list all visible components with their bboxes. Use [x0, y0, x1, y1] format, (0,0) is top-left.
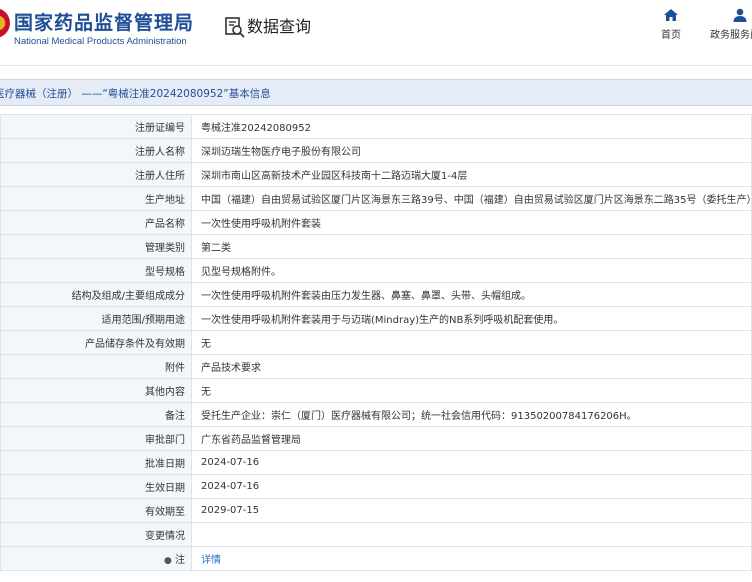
row-label: 注册人住所 [0, 162, 192, 187]
row-label: 注 [175, 555, 185, 566]
row-value: 深圳市南山区高新技术产业园区科技南十二路迈瑞大厦1-4层 [191, 162, 752, 187]
row-value [191, 522, 752, 547]
table-row: 结构及组成/主要组成成分 一次性使用呼吸机附件套装由压力发生器、鼻塞、鼻罩、头带… [0, 282, 752, 307]
table-row: 附件 产品技术要求 [0, 354, 752, 379]
table-row: 管理类别 第二类 [0, 234, 752, 259]
table-row: 注册证编号 粤械注准20242080952 [0, 114, 752, 139]
logo-english-name: National Medical Products Administration [14, 36, 187, 47]
row-label: 管理类别 [0, 234, 192, 259]
row-label: 注册证编号 [0, 114, 192, 139]
row-label: 其他内容 [0, 378, 192, 403]
row-value: 受托生产企业：崇仁（厦门）医疗器械有限公司；统一社会信用代码：913502007… [191, 402, 752, 427]
breadcrumb-text: 医疗器械（注册） ——“粤械注准20242080952”基本信息 [0, 88, 271, 100]
table-row: 生产地址 中国（福建）自由贸易试验区厦门片区海景东三路39号、中国（福建）自由贸… [0, 186, 752, 211]
row-value: 第二类 [191, 234, 752, 259]
row-label: 生产地址 [0, 186, 192, 211]
table-row: 备注 受托生产企业：崇仁（厦门）医疗器械有限公司；统一社会信用代码：913502… [0, 402, 752, 427]
table-row: 型号规格 见型号规格附件。 [0, 258, 752, 283]
row-label: 注册人名称 [0, 138, 192, 163]
row-value: 一次性使用呼吸机附件套装由压力发生器、鼻塞、鼻罩、头带、头帽组成。 [191, 282, 752, 307]
row-value: 见型号规格附件。 [191, 258, 752, 283]
row-value: 一次性使用呼吸机附件套装 [191, 210, 752, 235]
table-row: 适用范围/预期用途 一次性使用呼吸机附件套装用于与迈瑞(Mindray)生产的N… [0, 306, 752, 331]
row-label: 结构及组成/主要组成成分 [0, 282, 192, 307]
table-row: 生效日期 2024-07-16 [0, 474, 752, 499]
row-label: 生效日期 [0, 474, 192, 499]
nav-home-label: 首页 [661, 30, 681, 41]
row-label: 批准日期 [0, 450, 192, 475]
home-icon [664, 9, 678, 21]
row-value-cell: 详情 [191, 546, 752, 571]
table-row: 注册人名称 深圳迈瑞生物医疗电子股份有限公司 [0, 138, 752, 163]
site-header: 国家药品监督管理局 National Medical Products Admi… [0, 0, 752, 66]
user-icon [733, 8, 747, 22]
nmpa-logo[interactable]: 国家药品监督管理局 National Medical Products Admi… [0, 6, 198, 50]
row-label: 审批部门 [0, 426, 192, 451]
row-label: 有效期至 [0, 498, 192, 523]
nav-service-link[interactable]: 政务服务门户 [710, 8, 752, 44]
site-title: 数据查询 [247, 17, 312, 36]
table-row: ● 注 详情 [0, 546, 752, 571]
row-label: 产品储存条件及有效期 [0, 330, 192, 355]
row-value: 产品技术要求 [191, 354, 752, 379]
row-label: 备注 [0, 402, 192, 427]
row-value: 无 [191, 378, 752, 403]
table-row: 有效期至 2029-07-15 [0, 498, 752, 523]
row-value: 2024-07-16 [191, 450, 752, 475]
row-label: 附件 [0, 354, 192, 379]
table-row: 其他内容 无 [0, 378, 752, 403]
pin-icon: ● [163, 556, 172, 566]
nav-service-label: 政务服务门户 [710, 30, 752, 41]
table-row: 批准日期 2024-07-16 [0, 450, 752, 475]
row-value: 深圳迈瑞生物医疗电子股份有限公司 [191, 138, 752, 163]
nav-home-link[interactable]: 首页 [656, 8, 686, 44]
table-row: 注册人住所 深圳市南山区高新技术产业园区科技南十二路迈瑞大厦1-4层 [0, 162, 752, 187]
row-value: 2029-07-15 [191, 498, 752, 523]
logo-chinese-name: 国家药品监督管理局 [14, 12, 195, 34]
row-value: 一次性使用呼吸机附件套装用于与迈瑞(Mindray)生产的NB系列呼吸机配套使用… [191, 306, 752, 331]
detail-link[interactable]: 详情 [201, 555, 221, 566]
row-label: 变更情况 [0, 522, 192, 547]
row-value: 中国（福建）自由贸易试验区厦门片区海景东三路39号、中国（福建）自由贸易试验区厦… [191, 186, 752, 211]
row-label: 型号规格 [0, 258, 192, 283]
row-value: 粤械注准20242080952 [191, 114, 752, 139]
row-label: 适用范围/预期用途 [0, 306, 192, 331]
registration-detail-table: 注册证编号 粤械注准20242080952 注册人名称 深圳迈瑞生物医疗电子股份… [0, 114, 752, 571]
breadcrumb: 医疗器械（注册） ——“粤械注准20242080952”基本信息 [0, 79, 752, 106]
row-label: 产品名称 [0, 210, 192, 235]
data-query-icon [225, 17, 245, 38]
row-value: 广东省药品监督管理局 [191, 426, 752, 451]
note-label-cell: ● 注 [0, 546, 192, 571]
table-row: 产品储存条件及有效期 无 [0, 330, 752, 355]
row-value: 2024-07-16 [191, 474, 752, 499]
table-row: 审批部门 广东省药品监督管理局 [0, 426, 752, 451]
row-value: 无 [191, 330, 752, 355]
nmpa-emblem-icon [0, 8, 10, 38]
table-row: 产品名称 一次性使用呼吸机附件套装 [0, 210, 752, 235]
table-row: 变更情况 [0, 522, 752, 547]
